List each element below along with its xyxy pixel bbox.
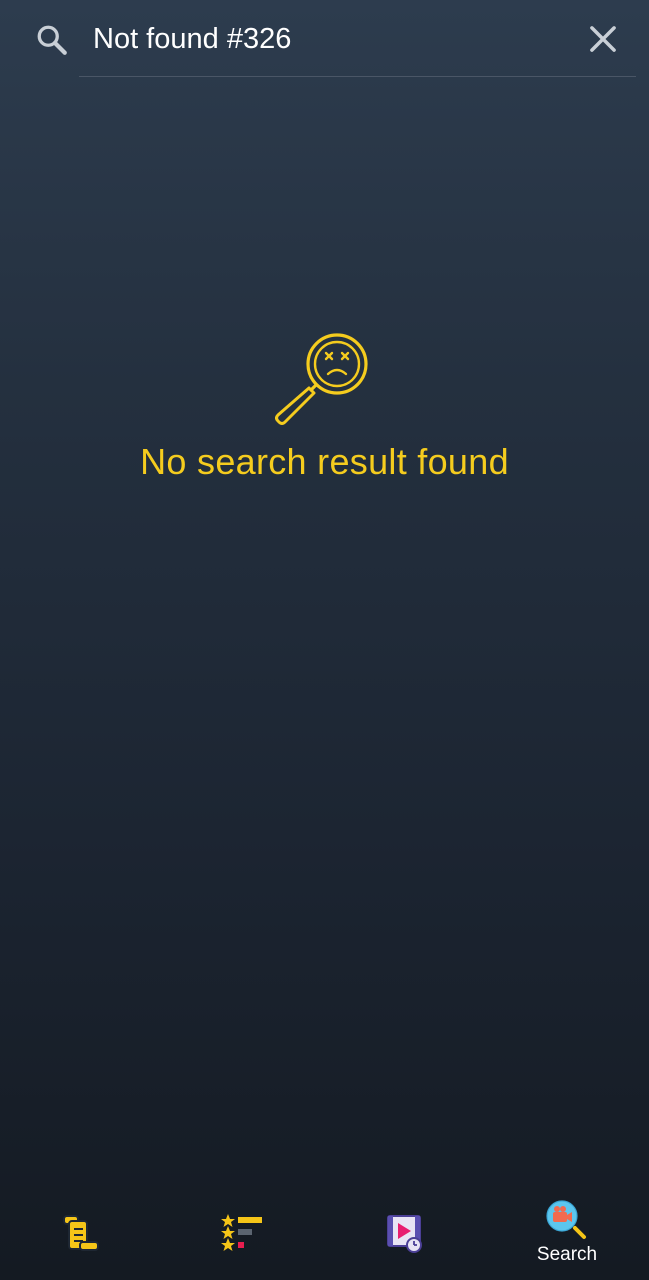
nav-item-search[interactable]: Search <box>486 1190 648 1280</box>
search-input[interactable]: Not found #326 <box>93 18 563 60</box>
nav-item-ratings[interactable] <box>162 1190 324 1280</box>
video-schedule-icon <box>387 1215 422 1253</box>
search-icon <box>37 25 67 55</box>
bottom-navigation: Search <box>0 1190 649 1280</box>
empty-state: No search result found <box>0 330 649 483</box>
scroll-list-icon <box>63 1215 99 1251</box>
sad-magnifier-icon <box>274 333 368 425</box>
nav-item-search-label: Search <box>536 1244 598 1265</box>
close-icon[interactable] <box>584 20 622 58</box>
nav-item-schedule[interactable] <box>324 1190 486 1280</box>
search-bar: Not found #326 <box>0 0 649 78</box>
star-ratings-icon <box>221 1214 262 1251</box>
search-underline <box>79 76 636 77</box>
camera-search-icon <box>546 1200 586 1239</box>
nav-item-list[interactable] <box>0 1190 162 1280</box>
empty-state-message: No search result found <box>140 441 509 482</box>
